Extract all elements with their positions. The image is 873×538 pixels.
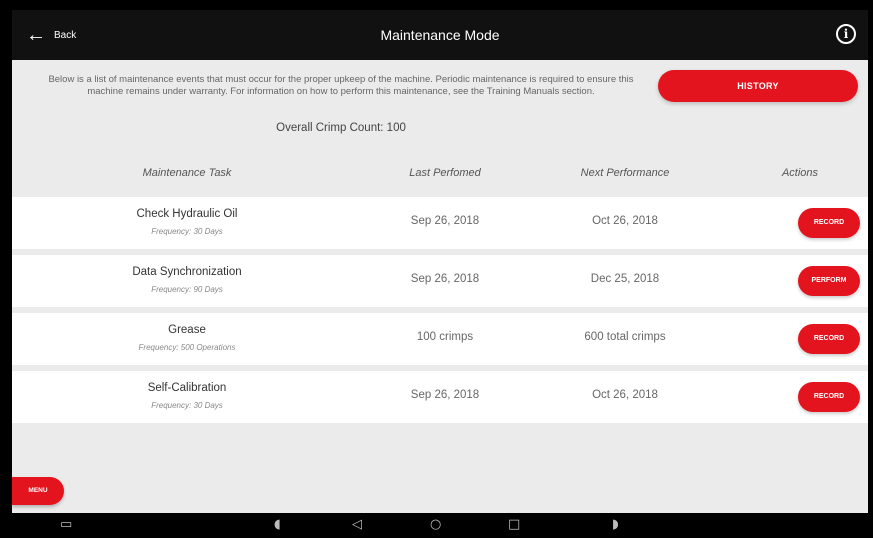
- maintenance-app: ← Back Maintenance Mode i Below is a lis…: [12, 10, 868, 513]
- page-title: Maintenance Mode: [380, 27, 500, 43]
- volume-up-icon[interactable]: ◗: [612, 516, 619, 534]
- task-name: Self-Calibration: [147, 382, 227, 394]
- next-performance: Oct 26, 2018: [592, 389, 658, 401]
- column-header-next-performance: Next Performance: [580, 167, 670, 179]
- perform-button[interactable]: PERFORM: [798, 266, 860, 296]
- task-frequency: Frequency: 500 Operations: [138, 343, 236, 352]
- volume-down-icon[interactable]: ◖: [274, 516, 281, 534]
- next-performance: Oct 26, 2018: [592, 215, 658, 227]
- table-row: Self-Calibration Frequency: 30 Days Sep …: [12, 371, 868, 423]
- task-frequency: Frequency: 90 Days: [151, 285, 223, 294]
- task-frequency: Frequency: 30 Days: [151, 401, 223, 410]
- column-header-actions: Actions: [781, 167, 819, 179]
- menu-button[interactable]: MENU: [12, 477, 64, 505]
- nav-home-icon[interactable]: ○: [430, 516, 441, 534]
- intro-description: Below is a list of maintenance events th…: [48, 74, 634, 97]
- task-frequency: Frequency: 30 Days: [151, 227, 223, 236]
- task-name: Data Synchronization: [132, 266, 242, 278]
- next-performance: Dec 25, 2018: [590, 273, 660, 285]
- task-name: Grease: [168, 324, 206, 336]
- task-name: Check Hydraulic Oil: [136, 208, 238, 220]
- screenshot-icon[interactable]: ▭: [60, 516, 72, 534]
- record-button[interactable]: RECORD: [798, 382, 860, 412]
- top-bar: ← Back Maintenance Mode i: [12, 10, 868, 60]
- record-button[interactable]: RECORD: [798, 208, 860, 238]
- last-performed: Sep 26, 2018: [410, 389, 480, 401]
- table-row: Grease Frequency: 500 Operations 100 cri…: [12, 313, 868, 365]
- nav-recents-icon[interactable]: □: [508, 516, 520, 534]
- info-icon[interactable]: i: [836, 24, 856, 44]
- column-header-task: Maintenance Task: [142, 167, 232, 179]
- history-button[interactable]: HISTORY: [658, 70, 858, 102]
- device-screen: ← Back Maintenance Mode i Below is a lis…: [0, 0, 873, 538]
- crimp-count: Overall Crimp Count: 100: [276, 122, 406, 134]
- next-performance: 600 total crimps: [584, 331, 666, 343]
- table-row: Data Synchronization Frequency: 90 Days …: [12, 255, 868, 307]
- column-header-last-performed: Last Perfomed: [409, 167, 481, 179]
- last-performed: Sep 26, 2018: [410, 273, 480, 285]
- last-performed: 100 crimps: [416, 331, 474, 343]
- table-row: Check Hydraulic Oil Frequency: 30 Days S…: [12, 197, 868, 249]
- record-button[interactable]: RECORD: [798, 324, 860, 354]
- android-nav-bar: ▭ ◖ ◁ ○ □ ◗: [12, 513, 868, 538]
- last-performed: Sep 26, 2018: [410, 215, 480, 227]
- nav-back-icon[interactable]: ◁: [352, 516, 362, 534]
